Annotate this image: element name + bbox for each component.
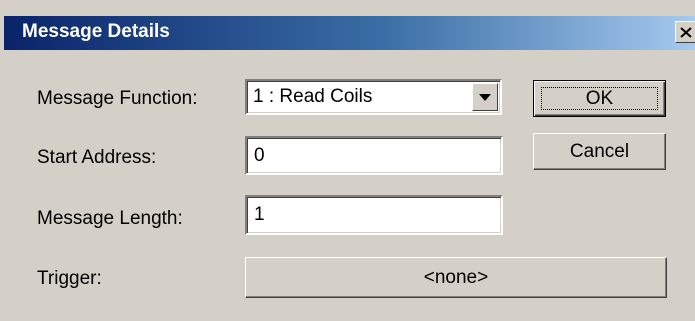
cancel-button-label: Cancel xyxy=(569,140,630,162)
title-bar[interactable]: Message Details xyxy=(4,16,695,50)
chevron-down-icon xyxy=(479,93,491,101)
close-icon xyxy=(680,26,692,38)
trigger-label: Trigger: xyxy=(37,268,102,289)
message-function-select[interactable]: 1 : Read Coils xyxy=(245,79,502,115)
close-button[interactable] xyxy=(675,21,695,43)
message-function-value: 1 : Read Coils xyxy=(253,86,373,107)
start-address-label: Start Address: xyxy=(37,147,157,168)
focus-rectangle xyxy=(541,87,658,110)
dropdown-button[interactable] xyxy=(472,83,498,111)
message-function-label: Message Function: xyxy=(37,88,198,109)
start-address-input[interactable]: 0 xyxy=(245,136,503,175)
dialog-title: Message Details xyxy=(22,21,170,42)
trigger-value: <none> xyxy=(423,266,489,288)
trigger-button[interactable]: <none> xyxy=(245,257,667,298)
message-length-input[interactable]: 1 xyxy=(245,195,503,235)
cancel-button[interactable]: Cancel xyxy=(533,133,666,170)
message-length-value: 1 xyxy=(254,204,265,225)
message-details-dialog: Message Details Message Function: 1 : Re… xyxy=(0,0,695,321)
start-address-value: 0 xyxy=(254,145,265,166)
message-length-label: Message Length: xyxy=(37,208,183,229)
ok-button[interactable]: OK xyxy=(533,80,666,117)
